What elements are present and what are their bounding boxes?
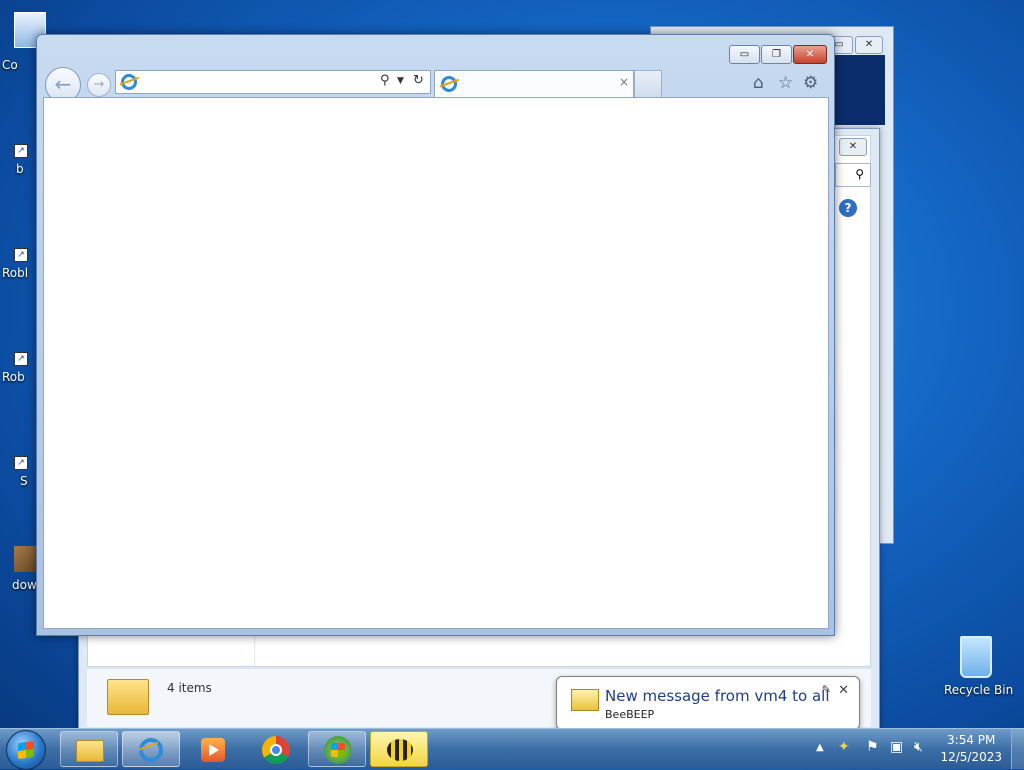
windows-logo-icon — [324, 736, 352, 764]
notification-close-icon[interactable]: ✕ — [838, 683, 849, 698]
taskbar-chrome[interactable] — [246, 731, 304, 767]
shortcut-arrow-icon: ↗ — [14, 352, 28, 366]
minimize-button[interactable]: ▭ — [729, 45, 760, 64]
desktop-icon-label: b — [16, 162, 24, 176]
beebeep-notification[interactable]: New message from vm4 to all BeeBEEP ✎ ✕ — [556, 676, 860, 741]
action-center-flag-icon[interactable]: ⚑ — [866, 739, 879, 755]
show-desktop-button[interactable] — [1011, 729, 1024, 769]
clock-date: 12/5/2023 — [940, 750, 1002, 764]
desktop-icon-label: Co — [2, 58, 18, 72]
shortcut-arrow-icon: ↗ — [14, 456, 28, 470]
close-button[interactable]: ✕ — [793, 45, 827, 64]
recycle-bin-label: Recycle Bin — [944, 683, 1014, 697]
address-bar[interactable]: ⚲ ▼ ↻ — [115, 70, 431, 94]
folder-icon — [107, 679, 149, 715]
settings-gear-icon[interactable]: ⚙ — [803, 73, 818, 93]
internet-explorer-icon — [139, 738, 163, 762]
internet-explorer-window[interactable]: ▭ ❐ ✕ ← → ⚲ ▼ ↻ × ⌂ ☆ ⚙ — [36, 34, 835, 636]
recycle-bin-icon — [956, 632, 992, 678]
refresh-icon[interactable]: ↻ — [413, 73, 424, 88]
folder-icon — [76, 740, 104, 762]
search-icon[interactable]: ⚲ — [380, 73, 390, 88]
taskbar-media-player[interactable] — [184, 731, 242, 767]
desktop-icon-label: Robl — [2, 266, 29, 280]
network-icon[interactable]: ▣ — [890, 739, 903, 755]
taskbar-beebeep[interactable] — [370, 731, 428, 767]
taskbar-windows[interactable] — [308, 731, 366, 767]
new-tab-button[interactable] — [634, 70, 662, 97]
ie-page-icon — [121, 74, 137, 90]
bee-icon — [387, 739, 413, 761]
close-button[interactable]: ✕ — [855, 36, 883, 54]
pin-icon[interactable]: ✎ — [822, 683, 831, 696]
search-box[interactable]: ⚲ — [835, 163, 871, 187]
taskbar: ▲ ✦ ⚑ ▣ 🔇︎ 3:54 PM 12/5/2023 — [0, 728, 1024, 770]
close-button[interactable]: ✕ — [839, 138, 867, 156]
notification-app: BeeBEEP — [605, 708, 655, 721]
shortcut-arrow-icon: ↗ — [14, 248, 28, 262]
chrome-icon — [262, 736, 290, 764]
item-count: 4 items — [167, 681, 212, 695]
start-button[interactable] — [6, 730, 46, 770]
dropdown-arrow-icon[interactable]: ▼ — [397, 76, 404, 86]
desktop-icon-label: S — [20, 474, 28, 488]
clock-time: 3:54 PM — [947, 733, 996, 747]
tab-close-icon[interactable]: × — [619, 75, 629, 89]
volume-muted-icon[interactable]: 🔇︎ — [914, 739, 923, 755]
ie-tab-icon — [441, 76, 457, 92]
desktop-icon-label: Rob — [2, 370, 25, 384]
home-icon[interactable]: ⌂ — [753, 73, 764, 93]
message-envelope-icon — [571, 689, 599, 711]
address-input[interactable] — [142, 73, 376, 91]
taskbar-windows-explorer[interactable] — [60, 731, 118, 767]
beebeep-tray-icon[interactable]: ✦ — [838, 739, 850, 755]
forward-button[interactable]: → — [87, 73, 111, 97]
favorites-star-icon[interactable]: ☆ — [778, 73, 793, 93]
notification-title: New message from vm4 to all — [605, 687, 830, 705]
search-icon: ⚲ — [855, 167, 864, 181]
help-icon[interactable]: ? — [839, 199, 857, 217]
media-player-icon — [201, 738, 225, 762]
desktop-icon-label: dow — [12, 578, 37, 592]
browser-tab[interactable]: × — [434, 70, 634, 97]
show-hidden-icons-arrow[interactable]: ▲ — [816, 742, 824, 753]
shortcut-arrow-icon: ↗ — [14, 144, 28, 158]
maximize-button[interactable]: ❐ — [761, 45, 792, 64]
page-content[interactable] — [43, 97, 829, 629]
clock[interactable]: 3:54 PM 12/5/2023 — [940, 732, 1002, 766]
taskbar-internet-explorer[interactable] — [122, 731, 180, 767]
